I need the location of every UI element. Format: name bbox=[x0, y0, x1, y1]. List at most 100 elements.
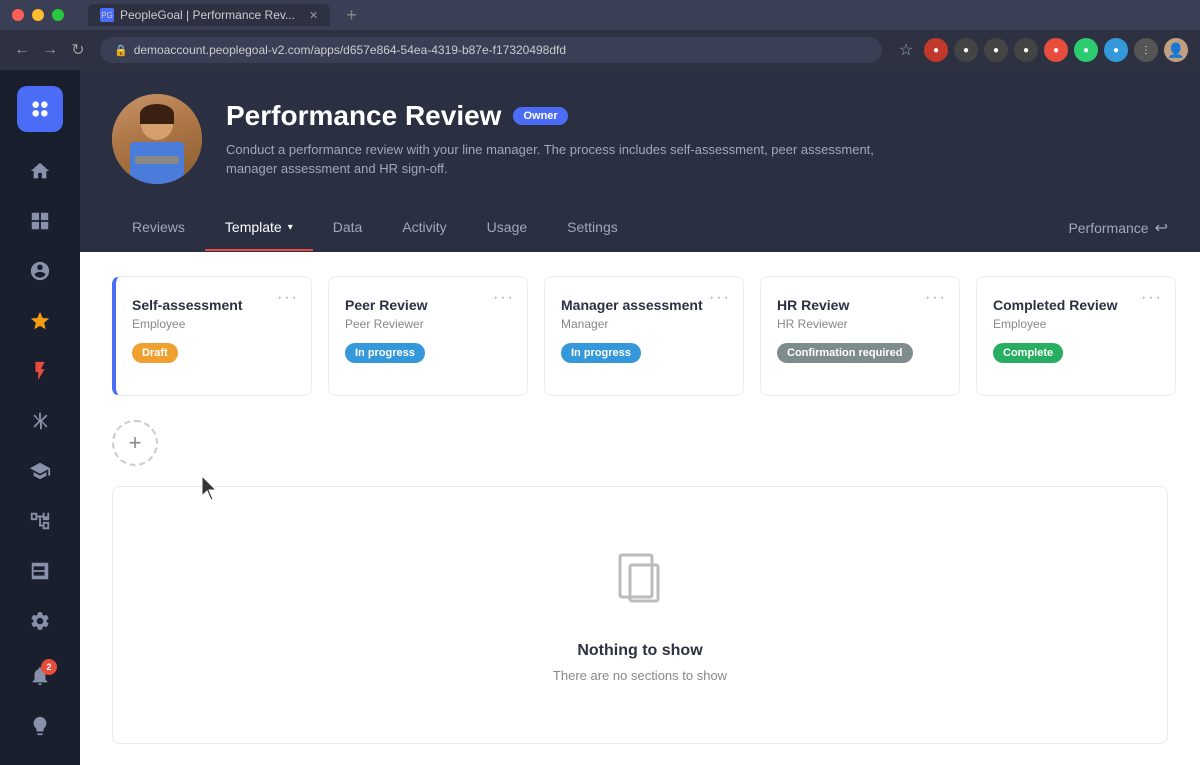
browser-nav: ← → ↻ bbox=[12, 40, 88, 60]
empty-state-description: There are no sections to show bbox=[553, 668, 727, 683]
owner-badge: Owner bbox=[513, 107, 567, 125]
tab-favicon: PG bbox=[100, 8, 114, 22]
extension-icon-7[interactable]: ● bbox=[1104, 38, 1128, 62]
status-badge-completed-review: Complete bbox=[993, 343, 1063, 363]
extension-icon-4[interactable]: ● bbox=[1014, 38, 1038, 62]
card-role-peer-review: Peer Reviewer bbox=[345, 317, 511, 331]
tab-template[interactable]: Template ▾ bbox=[205, 205, 313, 251]
hierarchy-icon bbox=[29, 510, 51, 532]
stage-card-hr-review[interactable]: ··· HR Review HR Reviewer Confirmation r… bbox=[760, 276, 960, 396]
browser-tab[interactable]: PG PeopleGoal | Performance Rev... ✕ bbox=[88, 4, 330, 26]
sidebar-item-asterisk[interactable] bbox=[17, 398, 63, 444]
empty-icon bbox=[605, 547, 675, 622]
sidebar-item-users[interactable] bbox=[17, 248, 63, 294]
sidebar-item-hierarchy[interactable] bbox=[17, 498, 63, 544]
sidebar: 2 bbox=[0, 70, 80, 765]
sidebar-item-tips[interactable] bbox=[17, 703, 63, 749]
header-top: Performance Review Owner Conduct a perfo… bbox=[112, 94, 1168, 184]
reload-button[interactable]: ↻ bbox=[68, 40, 88, 60]
sidebar-item-settings[interactable] bbox=[17, 598, 63, 644]
sidebar-item-graduation[interactable] bbox=[17, 448, 63, 494]
add-stage-button[interactable]: + bbox=[112, 420, 158, 466]
back-button[interactable]: ← bbox=[12, 40, 32, 60]
page-header: Performance Review Owner Conduct a perfo… bbox=[80, 70, 1200, 252]
extension-icon-6[interactable]: ● bbox=[1074, 38, 1098, 62]
nav-tabs: Reviews Template ▾ Data Activity Usage bbox=[112, 204, 1168, 252]
extension-icon-5[interactable]: ● bbox=[1044, 38, 1068, 62]
sidebar-item-dashboard[interactable] bbox=[17, 198, 63, 244]
url-text: demoaccount.peoplegoal-v2.com/apps/d657e… bbox=[134, 43, 566, 57]
no-content-icon bbox=[605, 547, 675, 617]
performance-button[interactable]: Performance ↩ bbox=[1068, 218, 1168, 238]
address-bar[interactable]: 🔒 demoaccount.peoplegoal-v2.com/apps/d65… bbox=[100, 37, 882, 63]
card-menu-manager-assessment[interactable]: ··· bbox=[709, 289, 731, 307]
stage-card-completed-review[interactable]: ··· Completed Review Employee Complete bbox=[976, 276, 1176, 396]
status-badge-self-assessment: Draft bbox=[132, 343, 178, 363]
tab-activity[interactable]: Activity bbox=[382, 205, 466, 251]
card-menu-hr-review[interactable]: ··· bbox=[925, 289, 947, 307]
logo-icon bbox=[27, 96, 53, 122]
tab-close-button[interactable]: ✕ bbox=[309, 9, 318, 22]
star-icon bbox=[29, 310, 51, 332]
status-badge-hr-review: Confirmation required bbox=[777, 343, 913, 363]
sidebar-item-flash[interactable] bbox=[17, 348, 63, 394]
extension-icon-1[interactable]: ● bbox=[924, 38, 948, 62]
tab-settings[interactable]: Settings bbox=[547, 205, 638, 251]
tab-title: PeopleGoal | Performance Rev... bbox=[120, 8, 295, 22]
main-content: Performance Review Owner Conduct a perfo… bbox=[80, 70, 1200, 765]
user-circle-icon bbox=[29, 260, 51, 282]
extension-icon-2[interactable]: ● bbox=[954, 38, 978, 62]
lightbulb-icon bbox=[29, 715, 51, 737]
app-logo[interactable] bbox=[17, 86, 63, 132]
extension-icon-3[interactable]: ● bbox=[984, 38, 1008, 62]
sidebar-item-table[interactable] bbox=[17, 548, 63, 594]
card-menu-self-assessment[interactable]: ··· bbox=[277, 289, 299, 307]
profile-avatar[interactable]: 👤 bbox=[1164, 38, 1188, 62]
stage-card-self-assessment[interactable]: ··· Self-assessment Employee Draft bbox=[112, 276, 312, 396]
app-wrapper: 2 bbox=[0, 70, 1200, 765]
new-tab-button[interactable]: + bbox=[346, 5, 357, 26]
card-role-manager-assessment: Manager bbox=[561, 317, 727, 331]
bookmark-icon[interactable]: ☆ bbox=[894, 38, 918, 62]
extensions-button[interactable]: ⋮ bbox=[1134, 38, 1158, 62]
stage-card-peer-review[interactable]: ··· Peer Review Peer Reviewer In progres… bbox=[328, 276, 528, 396]
card-menu-peer-review[interactable]: ··· bbox=[493, 289, 515, 307]
tab-usage[interactable]: Usage bbox=[467, 205, 547, 251]
card-role-completed-review: Employee bbox=[993, 317, 1159, 331]
card-title-self-assessment: Self-assessment bbox=[132, 297, 295, 313]
cursor-icon bbox=[202, 476, 220, 500]
close-dot[interactable] bbox=[12, 9, 24, 21]
maximize-dot[interactable] bbox=[52, 9, 64, 21]
browser-addressbar: ← → ↻ 🔒 demoaccount.peoplegoal-v2.com/ap… bbox=[0, 30, 1200, 70]
cards-area: ··· Self-assessment Employee Draft ··· P… bbox=[80, 252, 1200, 765]
page-title: Performance Review bbox=[226, 100, 501, 132]
sidebar-item-notifications[interactable]: 2 bbox=[17, 653, 63, 699]
empty-state-title: Nothing to show bbox=[577, 642, 702, 660]
header-description: Conduct a performance review with your l… bbox=[226, 140, 926, 179]
stage-cards-row: ··· Self-assessment Employee Draft ··· P… bbox=[112, 276, 1168, 396]
forward-button[interactable]: → bbox=[40, 40, 60, 60]
table-icon bbox=[29, 560, 51, 582]
avatar bbox=[112, 94, 202, 184]
sidebar-item-home[interactable] bbox=[17, 148, 63, 194]
performance-label: Performance bbox=[1068, 220, 1148, 236]
asterisk-icon bbox=[29, 410, 51, 432]
header-info: Performance Review Owner Conduct a perfo… bbox=[226, 100, 1168, 179]
tab-data[interactable]: Data bbox=[313, 205, 383, 251]
notification-badge: 2 bbox=[41, 659, 57, 675]
sidebar-item-star[interactable] bbox=[17, 298, 63, 344]
home-icon bbox=[29, 160, 51, 182]
card-title-completed-review: Completed Review bbox=[993, 297, 1159, 313]
lock-icon: 🔒 bbox=[114, 44, 128, 57]
tab-reviews[interactable]: Reviews bbox=[112, 205, 205, 251]
card-title-peer-review: Peer Review bbox=[345, 297, 511, 313]
stage-card-manager-assessment[interactable]: ··· Manager assessment Manager In progre… bbox=[544, 276, 744, 396]
status-badge-manager-assessment: In progress bbox=[561, 343, 641, 363]
browser-titlebar: PG PeopleGoal | Performance Rev... ✕ + bbox=[0, 0, 1200, 30]
grid-icon bbox=[29, 210, 51, 232]
browser-actions: ☆ ● ● ● ● ● ● ● ⋮ 👤 bbox=[894, 38, 1188, 62]
minimize-dot[interactable] bbox=[32, 9, 44, 21]
nav-tabs-left: Reviews Template ▾ Data Activity Usage bbox=[112, 205, 638, 251]
chevron-down-icon: ▾ bbox=[288, 222, 293, 233]
card-menu-completed-review[interactable]: ··· bbox=[1141, 289, 1163, 307]
